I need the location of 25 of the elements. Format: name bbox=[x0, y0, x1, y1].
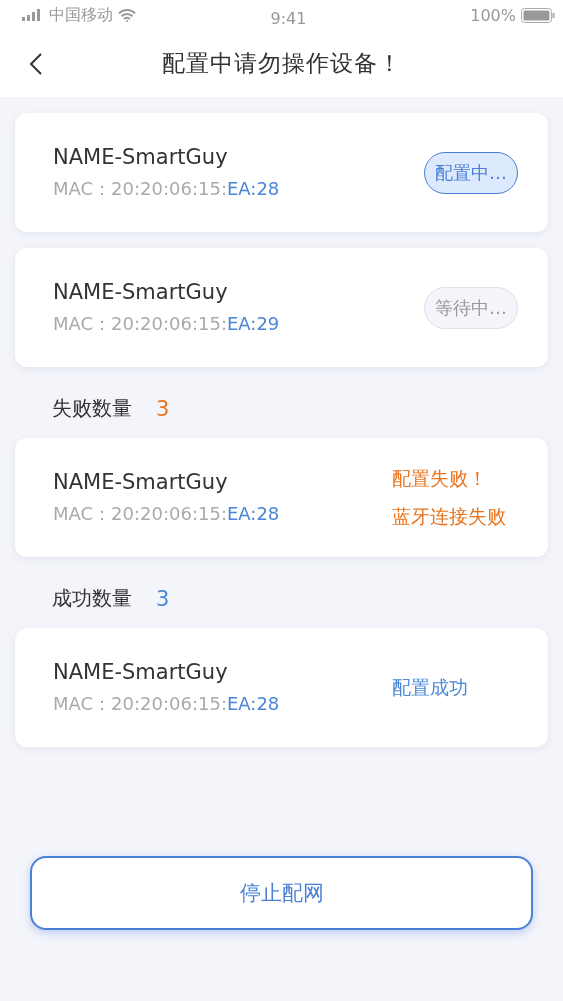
status-badge: 配置中… bbox=[424, 151, 518, 194]
page-title: 配置中请勿操作设备！ bbox=[161, 49, 402, 78]
carrier-name: 中国移动 bbox=[49, 4, 113, 26]
status-badge: 等待中… bbox=[424, 286, 518, 329]
back-icon[interactable] bbox=[29, 52, 43, 76]
clock-time: 9:41 bbox=[270, 8, 307, 28]
mac-address: MAC：20:20:06:15:EA:29 bbox=[53, 311, 280, 336]
device-name: NAME-SmartGuy bbox=[53, 144, 229, 169]
stop-button[interactable]: 停止配网 bbox=[30, 856, 533, 930]
status-message: 蓝牙连接失败 bbox=[392, 503, 507, 529]
section-count: 3 bbox=[156, 396, 170, 421]
device-name: NAME-SmartGuy bbox=[53, 469, 229, 494]
wifi-icon bbox=[118, 8, 136, 22]
device-name: NAME-SmartGuy bbox=[53, 279, 229, 304]
mac-address: MAC：20:20:06:15:EA:28 bbox=[53, 176, 280, 201]
battery-icon bbox=[521, 7, 555, 23]
section-heading: 失败数量 bbox=[52, 395, 132, 422]
section-heading: 成功数量 bbox=[52, 585, 132, 612]
section-count: 3 bbox=[156, 586, 170, 611]
mac-address: MAC：20:20:06:15:EA:28 bbox=[53, 501, 280, 526]
mac-address: MAC：20:20:06:15:EA:28 bbox=[53, 691, 280, 716]
status-message: 配置失败！ bbox=[392, 465, 488, 491]
device-name: NAME-SmartGuy bbox=[53, 659, 229, 684]
status-message: 配置成功 bbox=[392, 674, 469, 700]
battery-percent: 100% bbox=[470, 5, 516, 25]
